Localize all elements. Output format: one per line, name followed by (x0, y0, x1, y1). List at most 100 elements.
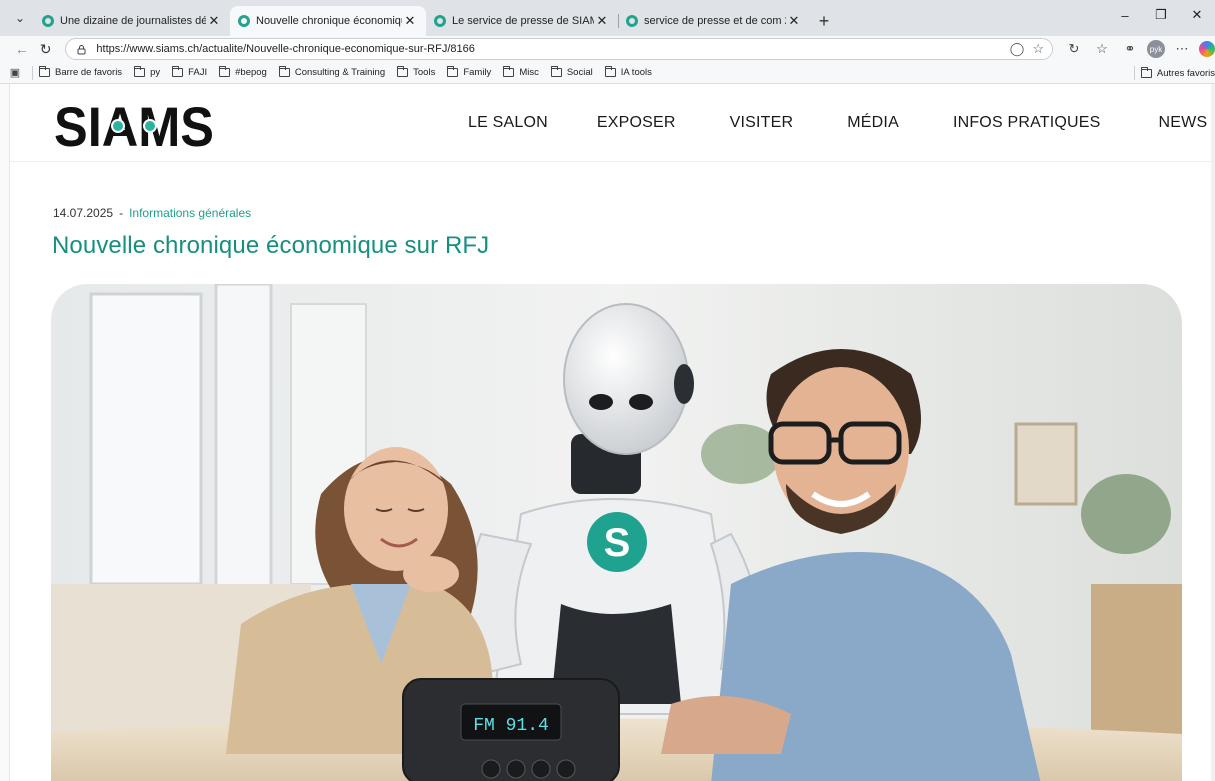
nav-media[interactable]: MÉDIA (847, 114, 899, 132)
refresh-extension-icon[interactable]: ↻ (1063, 38, 1085, 60)
article-title: Nouvelle chronique économique sur RFJ (52, 232, 490, 259)
siams-favicon-icon (626, 15, 638, 27)
more-options-icon[interactable]: ⋯ (1171, 38, 1193, 60)
tab-close-icon[interactable]: ✕ (402, 13, 418, 29)
tab-title: service de presse et de com 25.pd (644, 15, 786, 27)
meta-separator: - (119, 206, 124, 220)
window-controls: – ❐ ✕ (1107, 0, 1215, 30)
minimize-icon[interactable]: – (1107, 0, 1143, 30)
radio-frequency-display: FM 91.4 (473, 716, 549, 736)
siams-favicon-icon (42, 15, 54, 27)
bookmarks-divider (32, 65, 33, 80)
reload-icon[interactable]: ↻ (34, 37, 58, 61)
tab-1-active[interactable]: Nouvelle chronique économique ✕ (230, 6, 426, 36)
bookmark-folder[interactable]: py (134, 66, 161, 78)
bookmark-folder[interactable]: Misc (503, 66, 539, 78)
restore-icon[interactable]: ❐ (1143, 0, 1179, 30)
tab-title: Le service de presse de SIAMS - S (452, 15, 594, 27)
address-bar[interactable]: https://www.siams.ch/actualite/Nouvelle-… (65, 38, 1053, 60)
bookmarks-bar: ▣ Barre de favoris py FAJI #bepog Consul… (0, 62, 1215, 84)
page-left-edge (0, 84, 10, 781)
folder-icon (39, 66, 50, 77)
bookmark-folder[interactable]: Tools (397, 66, 436, 78)
bookmark-folder[interactable]: Family (447, 66, 492, 78)
bookmark-label: Consulting & Training (294, 67, 386, 78)
article-hero-image: S FM 91.4 (51, 284, 1182, 781)
bookmark-label: IA tools (620, 67, 652, 78)
bookmarks-divider (1133, 66, 1135, 80)
siams-favicon-icon (238, 15, 250, 27)
browser-toolbar: ← ↻ https://www.siams.ch/actualite/Nouve… (0, 36, 1215, 62)
tab-close-icon[interactable]: ✕ (594, 13, 610, 29)
bookmark-label: Misc (519, 67, 539, 78)
bookmark-label: Family (463, 67, 492, 78)
favorite-star-icon[interactable]: ☆ (1032, 41, 1044, 57)
wall-frame (1014, 422, 1078, 506)
window-left (89, 292, 203, 586)
article-category-link[interactable]: Informations générales (129, 206, 251, 220)
bookmark-label: Social (566, 67, 593, 78)
omnibox-actions: ◯ ☆ (1010, 41, 1044, 57)
bookmark-folder[interactable]: Social (550, 66, 593, 78)
tab-strip: ⌄ Une dizaine de journalistes décou ✕ No… (0, 0, 1215, 36)
bookmark-folder[interactable]: FAJI (172, 66, 208, 78)
main-navigation: LE SALON EXPOSER VISITER MÉDIA INFOS PRA… (468, 114, 1207, 132)
folder-icon (219, 66, 231, 77)
browser-window: ⌄ Une dizaine de journalistes décou ✕ No… (0, 0, 1215, 781)
back-arrow-icon[interactable]: ← (10, 37, 34, 61)
close-window-icon[interactable]: ✕ (1179, 0, 1215, 30)
nav-exposer[interactable]: EXPOSER (597, 114, 676, 132)
bookmark-label: FAJI (188, 67, 208, 78)
other-bookmarks-folder[interactable]: Autres favoris (1140, 66, 1215, 79)
folder-icon (1140, 66, 1152, 78)
bookmark-folder[interactable]: #bepog (219, 66, 267, 78)
folder-icon (397, 66, 409, 77)
bookmark-folder[interactable]: Consulting & Training (278, 66, 386, 78)
folder-icon (172, 66, 184, 77)
bookmark-label: Autres favoris (1156, 67, 1215, 79)
logo-text: SIAMS (54, 100, 214, 152)
radio-device: FM 91.4 (402, 678, 620, 781)
profile-avatar[interactable]: pyk (1147, 40, 1165, 58)
tab-close-icon[interactable]: ✕ (206, 13, 222, 29)
nav-news[interactable]: NEWS (1159, 114, 1208, 132)
logo-dot-mark (111, 119, 125, 133)
other-bookmarks: Autres favoris (1128, 62, 1215, 84)
folder-icon (447, 66, 459, 77)
web-page: SIAMS LE SALON EXPOSER VISITER MÉDIA INF… (0, 84, 1215, 781)
tab-2[interactable]: Le service de presse de SIAMS - S ✕ (426, 6, 618, 36)
copilot-icon[interactable] (1199, 41, 1215, 57)
nav-infos-pratiques[interactable]: INFOS PRATIQUES (953, 114, 1101, 132)
bookmark-folder[interactable]: Barre de favoris (39, 66, 123, 78)
bookmark-label: Tools (413, 67, 436, 78)
folder-icon (278, 66, 290, 77)
tab-0[interactable]: Une dizaine de journalistes décou ✕ (34, 6, 230, 36)
tab-3[interactable]: service de presse et de com 25.pd ✕ (618, 6, 810, 36)
bookmark-label: Barre de favoris (55, 67, 123, 78)
tab-title: Nouvelle chronique économique (256, 15, 402, 27)
site-header: SIAMS LE SALON EXPOSER VISITER MÉDIA INF… (10, 84, 1215, 162)
page-scrollbar[interactable] (1211, 84, 1215, 781)
folder-icon (550, 66, 562, 77)
bookmark-label: #bepog (235, 67, 267, 78)
url-text[interactable]: https://www.siams.ch/actualite/Nouvelle-… (96, 43, 474, 55)
logo-dot-mark (143, 119, 157, 133)
collections-icon[interactable]: ▣ (4, 66, 26, 79)
bookmark-folder[interactable]: IA tools (604, 66, 652, 78)
tab-title: Une dizaine de journalistes décou (60, 15, 206, 27)
bookmark-label: py (150, 67, 161, 78)
new-tab-plus-icon[interactable]: + (810, 6, 838, 36)
article-date: 14.07.2025 (53, 206, 114, 220)
folder-icon (503, 66, 515, 77)
tab-actions-chevron-icon[interactable]: ⌄ (6, 4, 34, 32)
tab-close-icon[interactable]: ✕ (786, 13, 802, 29)
nav-le-salon[interactable]: LE SALON (468, 114, 548, 132)
plant (1081, 474, 1171, 554)
reader-mode-icon[interactable]: ◯ (1010, 41, 1025, 57)
siams-logo[interactable]: SIAMS (54, 100, 214, 152)
favorites-list-icon[interactable]: ☆ (1091, 38, 1113, 60)
share-icon[interactable]: ⚭ (1119, 38, 1141, 60)
toolbar-icons: ↻ ☆ ⚭ pyk ⋯ (1063, 38, 1215, 60)
article-meta: 14.07.2025 - Informations générales (53, 206, 251, 220)
nav-visiter[interactable]: VISITER (730, 114, 794, 132)
